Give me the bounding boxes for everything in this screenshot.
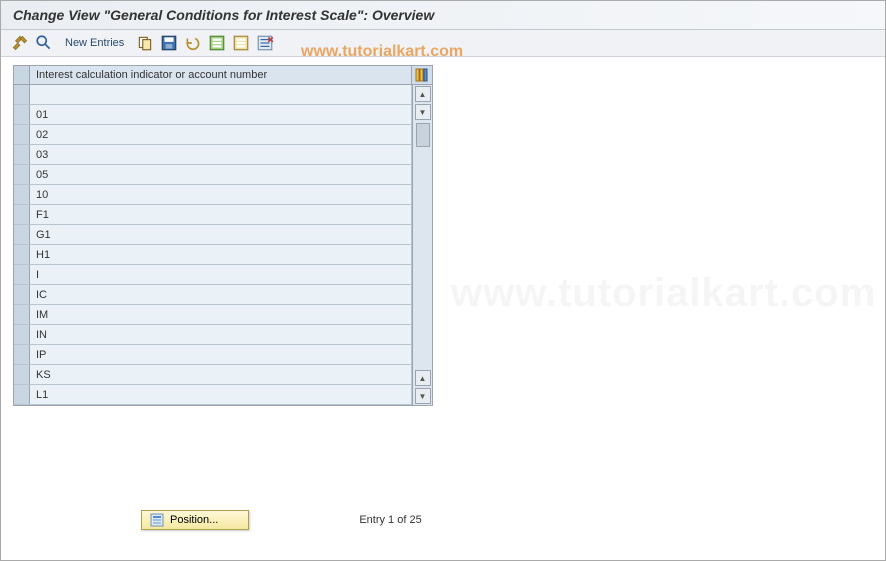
- row-selector[interactable]: [14, 125, 30, 144]
- find-icon[interactable]: [35, 34, 53, 52]
- indicator-cell[interactable]: IP: [30, 345, 412, 364]
- table-row[interactable]: H1: [14, 245, 412, 265]
- scroll-up-button[interactable]: ▲: [415, 86, 431, 102]
- data-table: Interest calculation indicator or accoun…: [13, 65, 433, 406]
- row-selector[interactable]: [14, 85, 30, 104]
- row-selector[interactable]: [14, 385, 30, 404]
- select-all-column[interactable]: [14, 66, 30, 84]
- row-selector[interactable]: [14, 145, 30, 164]
- indicator-cell[interactable]: 01: [30, 105, 412, 124]
- table-row[interactable]: IP: [14, 345, 412, 365]
- row-selector[interactable]: [14, 305, 30, 324]
- row-selector[interactable]: [14, 365, 30, 384]
- indicator-cell[interactable]: KS: [30, 365, 412, 384]
- indicator-cell[interactable]: 03: [30, 145, 412, 164]
- entry-count-text: Entry 1 of 25: [359, 514, 421, 526]
- table-row[interactable]: IN: [14, 325, 412, 345]
- table-row[interactable]: 10: [14, 185, 412, 205]
- title-bar: Change View "General Conditions for Inte…: [1, 1, 885, 30]
- row-selector[interactable]: [14, 325, 30, 344]
- table-row[interactable]: G1: [14, 225, 412, 245]
- watermark-background: www.tutorialkart.com: [451, 271, 876, 316]
- table-header-row: Interest calculation indicator or accoun…: [14, 66, 432, 85]
- table-row[interactable]: IC: [14, 285, 412, 305]
- table-row[interactable]: L1: [14, 385, 412, 405]
- row-selector[interactable]: [14, 225, 30, 244]
- table-row[interactable]: IM: [14, 305, 412, 325]
- indicator-cell[interactable]: IN: [30, 325, 412, 344]
- table-row[interactable]: I: [14, 265, 412, 285]
- indicator-cell[interactable]: F1: [30, 205, 412, 224]
- column-header[interactable]: Interest calculation indicator or accoun…: [30, 66, 412, 84]
- row-selector[interactable]: [14, 105, 30, 124]
- indicator-cell[interactable]: 10: [30, 185, 412, 204]
- vertical-scrollbar[interactable]: ▲ ▼ ▲ ▼: [412, 85, 432, 405]
- scroll-down-button[interactable]: ▼: [415, 104, 431, 120]
- indicator-cell[interactable]: 02: [30, 125, 412, 144]
- row-selector[interactable]: [14, 205, 30, 224]
- row-selector[interactable]: [14, 285, 30, 304]
- table-row[interactable]: KS: [14, 365, 412, 385]
- tools-icon[interactable]: [11, 34, 29, 52]
- scroll-thumb[interactable]: [416, 123, 430, 147]
- table-row[interactable]: 03: [14, 145, 412, 165]
- row-selector[interactable]: [14, 185, 30, 204]
- indicator-cell[interactable]: I: [30, 265, 412, 284]
- indicator-cell[interactable]: G1: [30, 225, 412, 244]
- indicator-cell[interactable]: [30, 85, 412, 104]
- position-icon: [150, 513, 164, 527]
- scroll-up-end-button[interactable]: ▲: [415, 370, 431, 386]
- indicator-cell[interactable]: IC: [30, 285, 412, 304]
- toolbar: New Entries: [1, 30, 885, 57]
- copy-icon[interactable]: [136, 34, 154, 52]
- position-label: Position...: [170, 514, 218, 526]
- row-selector[interactable]: [14, 165, 30, 184]
- table-row[interactable]: [14, 85, 412, 105]
- table-row[interactable]: 01: [14, 105, 412, 125]
- undo-icon[interactable]: [184, 34, 202, 52]
- indicator-cell[interactable]: 05: [30, 165, 412, 184]
- table-row[interactable]: 02: [14, 125, 412, 145]
- save-icon[interactable]: [160, 34, 178, 52]
- new-entries-button[interactable]: New Entries: [59, 37, 130, 49]
- table-row[interactable]: 05: [14, 165, 412, 185]
- scroll-down-end-button[interactable]: ▼: [415, 388, 431, 404]
- row-selector[interactable]: [14, 345, 30, 364]
- deselect-icon[interactable]: [232, 34, 250, 52]
- page-title: Change View "General Conditions for Inte…: [13, 7, 873, 23]
- indicator-cell[interactable]: IM: [30, 305, 412, 324]
- indicator-cell[interactable]: H1: [30, 245, 412, 264]
- row-selector[interactable]: [14, 245, 30, 264]
- footer-bar: Position... Entry 1 of 25: [1, 510, 885, 530]
- position-button[interactable]: Position...: [141, 510, 249, 530]
- delete-icon[interactable]: [256, 34, 274, 52]
- table-row[interactable]: F1: [14, 205, 412, 225]
- configure-columns-icon[interactable]: [412, 66, 432, 84]
- row-selector[interactable]: [14, 265, 30, 284]
- indicator-cell[interactable]: L1: [30, 385, 412, 404]
- select-all-icon[interactable]: [208, 34, 226, 52]
